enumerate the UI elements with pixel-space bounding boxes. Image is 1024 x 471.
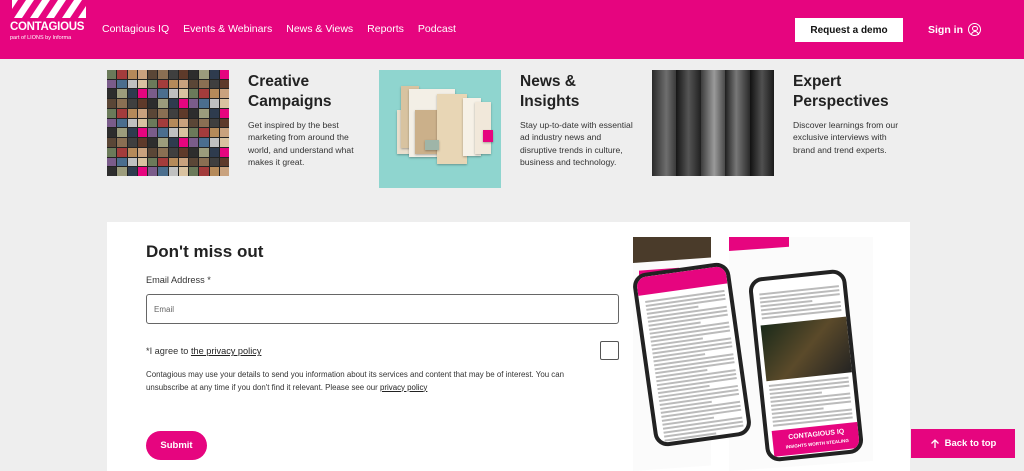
newsletter-panel: Don't miss out Email Address * *I agree … (107, 222, 910, 471)
nav-reports[interactable]: Reports (367, 23, 404, 35)
disclaimer-privacy-link[interactable]: privacy policy (380, 383, 427, 392)
phone-mockup-image: CONTAGIOUS IQ INSIGHTS WORTH STEALING (633, 237, 873, 471)
agree-prefix: *I agree to (146, 346, 191, 356)
privacy-disclaimer: Contagious may use your details to send … (146, 369, 591, 394)
phone-right: CONTAGIOUS IQ INSIGHTS WORTH STEALING (747, 268, 865, 463)
card-description: Discover learnings from our exclusive in… (793, 120, 899, 155)
email-label: Email Address * (146, 275, 211, 285)
privacy-agreement-label: *I agree to the privacy policy (146, 346, 261, 356)
card-title: Creative Campaigns (248, 73, 332, 110)
contagious-logo[interactable]: CONTAGIOUS part of LIONS by Informa (8, 0, 90, 44)
sign-in-label: Sign in (928, 23, 963, 36)
back-to-top-label: Back to top (944, 438, 997, 449)
email-input[interactable] (146, 294, 619, 324)
newspapers-image (379, 70, 501, 188)
user-circle-icon (968, 23, 981, 36)
nav-events-webinars[interactable]: Events & Webinars (183, 23, 272, 35)
card-description: Stay up-to-date with essential ad indust… (520, 120, 633, 168)
card-text: Creative Campaigns Get inspired by the b… (248, 72, 364, 169)
back-to-top-button[interactable]: Back to top (911, 429, 1015, 458)
card-text: Expert Perspectives Discover learnings f… (793, 72, 909, 156)
privacy-checkbox[interactable] (600, 341, 619, 360)
sign-in-link[interactable]: Sign in (928, 23, 981, 36)
card-title: Expert Perspectives (793, 73, 889, 110)
nav-podcast[interactable]: Podcast (418, 23, 456, 35)
request-demo-button[interactable]: Request a demo (795, 18, 903, 42)
arrow-up-icon (930, 438, 939, 448)
logo-subline: part of LIONS by Informa (10, 35, 72, 41)
card-title: News & Insights (520, 73, 580, 110)
logo-stripes (12, 0, 86, 18)
card-text: News & Insights Stay up-to-date with ess… (520, 72, 636, 169)
card-description: Get inspired by the best marketing from … (248, 120, 354, 168)
panel-title: Don't miss out (146, 242, 264, 261)
campaign-mosaic-image (107, 70, 229, 176)
submit-button[interactable]: Submit (146, 431, 207, 460)
logo-wordmark: CONTAGIOUS (10, 21, 85, 33)
nav-news-views[interactable]: News & Views (286, 23, 353, 35)
site-header: CONTAGIOUS part of LIONS by Informa Cont… (0, 0, 1024, 59)
nav-contagious-iq[interactable]: Contagious IQ (102, 23, 169, 35)
expert-portraits-image (652, 70, 774, 176)
disclaimer-text: Contagious may use your details to send … (146, 370, 565, 392)
contagious-iq-banner: CONTAGIOUS IQ INSIGHTS WORTH STEALING (771, 421, 862, 457)
main-nav: Contagious IQ Events & Webinars News & V… (102, 23, 470, 35)
privacy-policy-link[interactable]: the privacy policy (191, 346, 261, 356)
